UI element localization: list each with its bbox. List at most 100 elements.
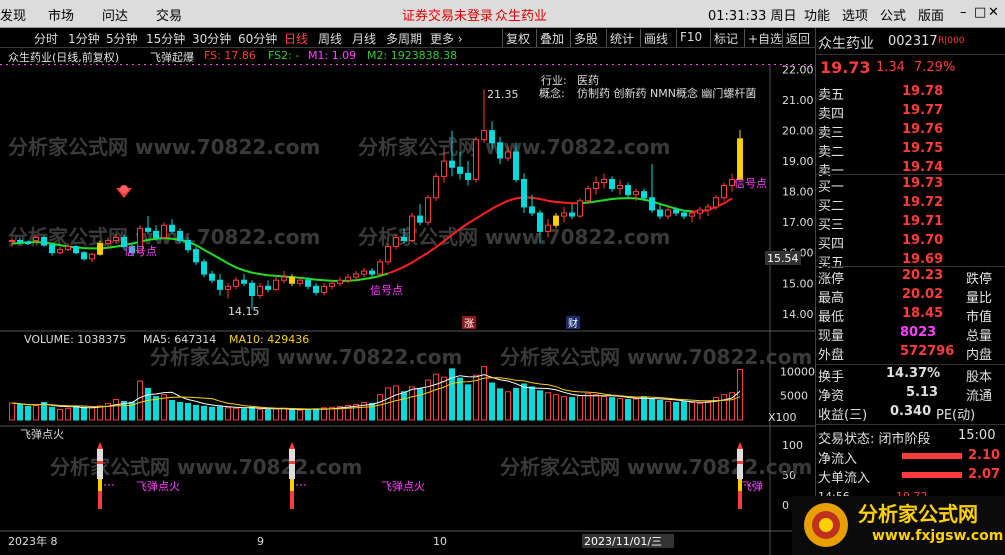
stat-value: 18.45 bbox=[902, 306, 944, 321]
btn-stats[interactable]: 统计 bbox=[606, 29, 637, 47]
candle bbox=[265, 285, 271, 290]
formula-name[interactable]: 飞弹起爆 bbox=[150, 49, 194, 65]
volume-bar bbox=[657, 400, 663, 421]
watermark-text: 分析家公式网 www.70822.com bbox=[150, 345, 462, 369]
volume-bar bbox=[233, 407, 239, 421]
volume-label: VOLUME: 1038375 bbox=[24, 333, 126, 346]
bid-1-value: 19.73 bbox=[902, 176, 944, 191]
stock-name: 众生药业 bbox=[818, 36, 874, 52]
candle bbox=[441, 160, 447, 177]
tab-5min[interactable]: 5分钟 bbox=[106, 30, 138, 47]
stat-label-2: 市值 bbox=[966, 310, 993, 325]
watermark-text: 分析家公式网 www.70822.com bbox=[500, 345, 812, 369]
watermark-text: 分析家公式网 www.70822.com bbox=[500, 455, 812, 479]
tab-intraday[interactable]: 分时 bbox=[34, 30, 58, 47]
candle bbox=[513, 151, 519, 180]
candle bbox=[401, 236, 407, 242]
tab-60min[interactable]: 60分钟 bbox=[238, 30, 277, 47]
volume-bar bbox=[65, 407, 71, 421]
close-icon[interactable]: ✕ bbox=[988, 5, 999, 20]
signal-label-2: 信号点 bbox=[370, 284, 403, 297]
limit-up-badge[interactable]: 涨 bbox=[464, 318, 474, 330]
btn-multi-stock[interactable]: 多股 bbox=[570, 29, 601, 47]
tab-daily[interactable]: 日线 bbox=[284, 30, 308, 47]
volume-bar bbox=[169, 400, 175, 421]
menu-market[interactable]: 市场 bbox=[48, 5, 74, 24]
clock: 01:31:33 周日 bbox=[708, 9, 797, 24]
trade-time: 15:00 bbox=[958, 428, 996, 443]
flow-bar bbox=[902, 472, 962, 478]
tab-more[interactable]: 更多 › bbox=[430, 30, 463, 47]
signal-label-3: 信号点 bbox=[734, 177, 767, 190]
btn-back[interactable]: 返回 bbox=[782, 29, 813, 47]
tab-monthly[interactable]: 月线 bbox=[352, 30, 376, 47]
menu-function[interactable]: 功能 bbox=[804, 5, 830, 24]
flow-label: 大单流入 bbox=[818, 471, 871, 486]
volume-ma5: MA5: 647314 bbox=[143, 333, 216, 346]
stat-label-2: 内盘 bbox=[966, 348, 993, 363]
kline-chart[interactable]: 22.0021.0020.0019.0018.0017.0016.0015.00… bbox=[0, 64, 815, 555]
volume-bar bbox=[25, 405, 31, 421]
btn-adjust[interactable]: 复权 bbox=[502, 29, 533, 47]
volume-bar bbox=[81, 406, 87, 421]
candle bbox=[433, 175, 439, 199]
volume-bar bbox=[561, 396, 567, 421]
logo-flower-icon bbox=[804, 503, 848, 547]
btn-draw[interactable]: 画线 bbox=[640, 29, 671, 47]
btn-mark[interactable]: 标记 bbox=[710, 29, 741, 47]
volume-ma10: MA10: 429436 bbox=[229, 333, 309, 346]
candle bbox=[393, 236, 399, 248]
minimize-icon[interactable]: – bbox=[960, 5, 967, 20]
menu-discover[interactable]: 发现 bbox=[0, 5, 26, 24]
industry-key: 行业: bbox=[541, 74, 567, 87]
candle bbox=[481, 130, 487, 141]
finance-badge[interactable]: 财 bbox=[568, 317, 578, 330]
tab-weekly[interactable]: 周线 bbox=[318, 30, 342, 47]
volume-bar bbox=[705, 400, 711, 421]
btn-overlay[interactable]: 叠加 bbox=[536, 29, 567, 47]
menu-options[interactable]: 选项 bbox=[842, 5, 868, 24]
tab-15min[interactable]: 15分钟 bbox=[146, 30, 185, 47]
candle bbox=[217, 279, 223, 290]
stat2-label-2: 股本 bbox=[966, 370, 993, 385]
rocket-tip bbox=[289, 442, 295, 449]
menu-wenda[interactable]: 问达 bbox=[102, 5, 128, 24]
volume-bar bbox=[265, 409, 271, 421]
chart-info-line: 众生药业(日线,前复权) 飞弹起爆 FS: 17.86 FS2: - M1: 1… bbox=[0, 49, 770, 64]
candle bbox=[81, 252, 87, 260]
candle bbox=[289, 276, 295, 284]
maximize-icon[interactable]: □ bbox=[974, 5, 986, 20]
volume-tick: 5000 bbox=[780, 390, 808, 403]
btn-f10[interactable]: F10 bbox=[676, 29, 705, 47]
tab-30min[interactable]: 30分钟 bbox=[192, 30, 231, 47]
current-price-tag: 15.54 bbox=[767, 252, 799, 265]
tab-multi-period[interactable]: 多周期 bbox=[386, 30, 422, 47]
candle bbox=[297, 279, 303, 284]
btn-add-watch[interactable]: +自选 bbox=[744, 29, 785, 47]
last-price: 19.73 bbox=[820, 58, 871, 77]
stock-code: 002317 bbox=[888, 34, 938, 49]
fs-value: FS: 17.86 bbox=[204, 49, 256, 62]
menu-layout[interactable]: 版面 bbox=[918, 5, 944, 24]
menu-trade[interactable]: 交易 bbox=[156, 5, 182, 24]
rocket-band bbox=[737, 461, 743, 464]
candle bbox=[505, 151, 511, 159]
indicator-title: 飞弹点火 bbox=[20, 427, 64, 441]
stat-value: 572796 bbox=[900, 344, 955, 359]
candle bbox=[193, 249, 199, 263]
candle bbox=[257, 285, 263, 296]
menu-formula[interactable]: 公式 bbox=[880, 5, 906, 24]
price-change: 1.34 bbox=[876, 60, 905, 75]
volume-bar bbox=[9, 402, 15, 421]
login-alert[interactable]: 证券交易未登录 bbox=[402, 5, 493, 24]
stat-label-2: 跌停 bbox=[966, 272, 993, 287]
rocket-tip bbox=[737, 442, 743, 449]
candle bbox=[249, 282, 255, 296]
candle bbox=[681, 212, 687, 217]
candle bbox=[281, 276, 287, 281]
volume-bar bbox=[593, 394, 599, 421]
tab-1min[interactable]: 1分钟 bbox=[68, 30, 100, 47]
price-tick: 17.00 bbox=[782, 216, 814, 229]
volume-bar bbox=[473, 374, 479, 421]
volume-bar bbox=[569, 397, 575, 421]
